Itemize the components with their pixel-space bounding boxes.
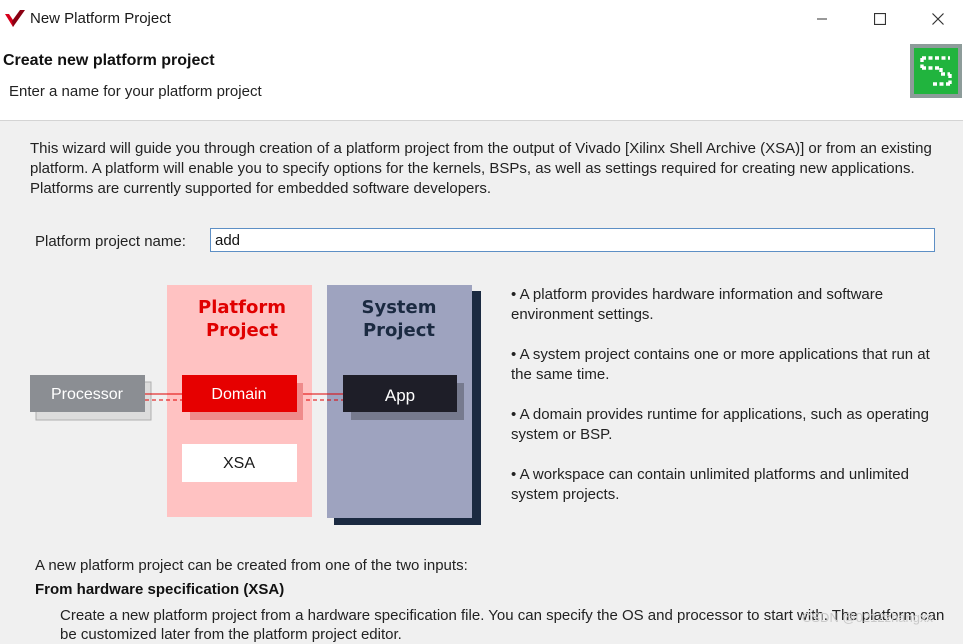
wizard-title: Create new platform project — [3, 52, 215, 69]
project-name-input[interactable] — [210, 228, 935, 252]
app-label: App — [385, 386, 415, 405]
platform-title-line2: Project — [206, 320, 278, 341]
wizard-logo-icon — [910, 44, 962, 98]
bullet-platform: • A platform provides hardware informati… — [511, 286, 884, 323]
close-button[interactable] — [916, 6, 960, 32]
domain-label: Domain — [211, 386, 266, 403]
info-bullets: • A platform provides hardware informati… — [511, 285, 941, 525]
platform-title-line1: Platform — [198, 297, 286, 318]
bullet-workspace: • A workspace can contain unlimited plat… — [511, 466, 909, 503]
processor-label: Processor — [51, 386, 124, 403]
minimize-icon — [817, 18, 827, 20]
vitis-logo-icon — [5, 10, 25, 27]
xsa-label: XSA — [223, 455, 255, 472]
maximize-button[interactable] — [858, 6, 902, 32]
wizard-content: This wizard will guide you through creat… — [0, 121, 963, 643]
window-titlebar: New Platform Project — [0, 0, 963, 38]
option-heading-xsa: From hardware specification (XSA) — [35, 581, 285, 598]
inputs-intro: A new platform project can be created fr… — [35, 557, 468, 574]
close-icon — [932, 13, 944, 25]
window-title: New Platform Project — [30, 10, 171, 27]
wizard-header: Create new platform project Enter a name… — [0, 38, 963, 121]
watermark: CSDN @0212zhangxx — [802, 610, 933, 625]
minimize-button[interactable] — [800, 6, 844, 32]
intro-text: This wizard will guide you through creat… — [30, 140, 932, 197]
maximize-icon — [874, 13, 886, 25]
project-name-label: Platform project name: — [35, 233, 186, 250]
bullet-system: • A system project contains one or more … — [511, 346, 930, 383]
wizard-subtitle: Enter a name for your platform project — [9, 83, 262, 100]
system-title-line2: Project — [363, 320, 435, 341]
bullet-domain: • A domain provides runtime for applicat… — [511, 406, 929, 443]
platform-diagram: Platform Project System Project Processo… — [30, 285, 481, 525]
system-title-line1: System — [362, 297, 437, 318]
